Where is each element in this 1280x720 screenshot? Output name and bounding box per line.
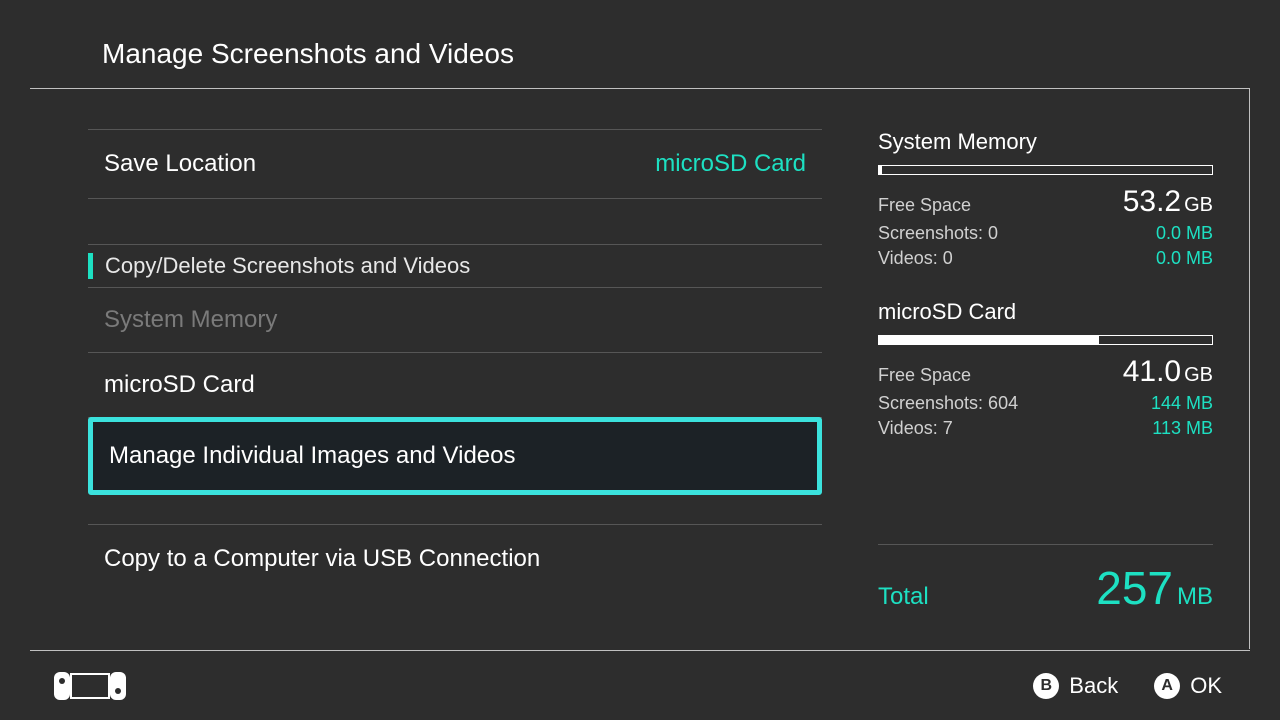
- back-hint[interactable]: B Back: [1033, 673, 1118, 699]
- system-memory-bar: [878, 165, 1213, 175]
- manage-individual-row[interactable]: Manage Individual Images and Videos: [88, 417, 822, 495]
- sd-free-value: 41.0GB: [1123, 355, 1213, 389]
- total-row: Total 257MB: [878, 544, 1213, 615]
- a-button-icon: A: [1154, 673, 1180, 699]
- system-memory-bar-fill: [879, 166, 882, 174]
- content: Save Location microSD Card Copy/Delete S…: [30, 89, 1250, 649]
- total-value: 257MB: [1096, 561, 1213, 615]
- sm-free-value: 53.2GB: [1123, 185, 1213, 219]
- save-location-label: Save Location: [104, 150, 256, 178]
- copy-usb-label: Copy to a Computer via USB Connection: [104, 545, 540, 573]
- manage-individual-label: Manage Individual Images and Videos: [109, 442, 516, 469]
- copy-usb-row[interactable]: Copy to a Computer via USB Connection: [88, 524, 822, 593]
- system-memory-free: Free Space 53.2GB: [878, 185, 1213, 219]
- sd-screenshots: Screenshots: 604 144 MB: [878, 393, 1213, 414]
- system-memory-label: System Memory: [104, 306, 277, 333]
- sm-screenshots: Screenshots: 0 0.0 MB: [878, 223, 1213, 244]
- right-panel: System Memory Free Space 53.2GB Screensh…: [838, 89, 1249, 649]
- copy-delete-header: Copy/Delete Screenshots and Videos: [88, 244, 822, 287]
- microsd-free: Free Space 41.0GB: [878, 355, 1213, 389]
- left-panel: Save Location microSD Card Copy/Delete S…: [30, 89, 838, 649]
- microsd-bar-fill: [879, 336, 1099, 344]
- ok-label: OK: [1190, 673, 1222, 699]
- microsd-title: microSD Card: [878, 299, 1213, 325]
- header: Manage Screenshots and Videos: [30, 0, 1250, 89]
- system-memory-row: System Memory: [88, 287, 822, 353]
- sm-videos: Videos: 0 0.0 MB: [878, 248, 1213, 269]
- microsd-row[interactable]: microSD Card: [88, 352, 822, 418]
- system-memory-title: System Memory: [878, 129, 1213, 155]
- controller-icon: [30, 672, 126, 700]
- system-memory-block: System Memory Free Space 53.2GB Screensh…: [878, 129, 1213, 269]
- copy-delete-label: Copy/Delete Screenshots and Videos: [105, 253, 470, 279]
- sd-free-label: Free Space: [878, 365, 971, 386]
- b-button-icon: B: [1033, 673, 1059, 699]
- sd-videos: Videos: 7 113 MB: [878, 418, 1213, 439]
- button-hints: B Back A OK: [1033, 673, 1250, 699]
- ok-hint[interactable]: A OK: [1154, 673, 1222, 699]
- save-location-value: microSD Card: [655, 150, 806, 178]
- footer: B Back A OK: [30, 650, 1250, 720]
- section-bar-icon: [88, 253, 93, 279]
- back-label: Back: [1069, 673, 1118, 699]
- total-label: Total: [878, 583, 929, 611]
- microsd-block: microSD Card Free Space 41.0GB Screensho…: [878, 299, 1213, 439]
- page-title: Manage Screenshots and Videos: [102, 38, 1250, 70]
- microsd-bar: [878, 335, 1213, 345]
- microsd-label: microSD Card: [104, 371, 255, 398]
- sm-free-label: Free Space: [878, 195, 971, 216]
- save-location-row[interactable]: Save Location microSD Card: [88, 129, 822, 199]
